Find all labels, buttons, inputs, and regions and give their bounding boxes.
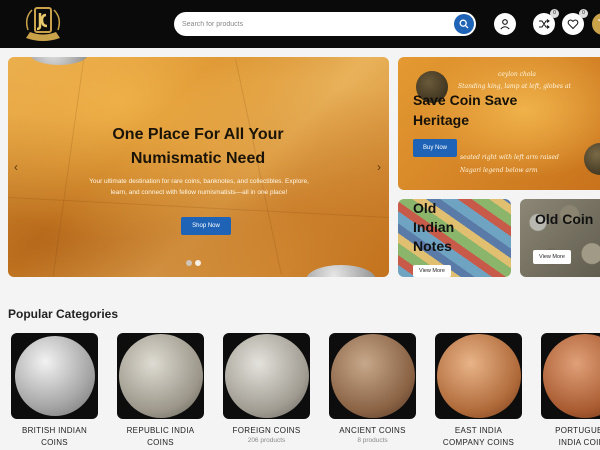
category-name-line2: COINS [41, 438, 68, 447]
category-name-line1: BRITISH INDIAN [21, 426, 88, 435]
slider-next-arrow[interactable]: › [377, 160, 381, 174]
hero-slider: ‹ › One Place For All Your Numismatic Ne… [8, 57, 389, 277]
compare-button[interactable]: 0 [533, 9, 559, 35]
category-name-line2: INDIA COINS [558, 438, 600, 447]
search-bar [174, 12, 476, 36]
notes-title-line1: Old [413, 200, 437, 216]
shop-now-button[interactable]: Shop Now [181, 217, 231, 235]
notes-title-line2: Indian [413, 219, 455, 235]
coin-image [118, 334, 203, 418]
category-image [223, 333, 310, 419]
slider-dot-2[interactable] [195, 260, 201, 266]
banner-script-text: seated right with left arm raised [460, 154, 559, 161]
coin-image [542, 334, 600, 418]
notes-title-line3: Notes [413, 238, 452, 254]
paper-crease [8, 197, 389, 218]
old-coin-banner[interactable]: Old Coin View More [520, 199, 600, 277]
category-image [329, 333, 416, 419]
category-image [435, 333, 522, 419]
coin-image [436, 334, 521, 418]
buy-now-button[interactable]: Buy Now [413, 139, 457, 157]
old-indian-notes-banner[interactable]: Old Indian Notes View More [398, 199, 511, 277]
wishlist-button[interactable]: 0 [562, 9, 588, 35]
search-icon [459, 19, 469, 29]
slider-dots [186, 260, 201, 266]
category-card-east-india-company[interactable]: EAST INDIA COMPANY COINS [435, 333, 522, 449]
category-card-republic-india[interactable]: REPUBLIC INDIA COINS [117, 333, 204, 449]
heritage-title-line1: Save Coin Save [413, 92, 518, 108]
hero-coin-image [306, 265, 376, 277]
coin-image [224, 334, 309, 418]
popular-categories-heading: Popular Categories [8, 307, 119, 321]
view-more-coins-button[interactable]: View More [533, 250, 571, 264]
shuffle-icon [539, 19, 550, 29]
banner-script-text: ceylon chola [498, 71, 536, 78]
slider-prev-arrow[interactable]: ‹ [14, 160, 18, 174]
old-coin-title: Old Coin [535, 211, 594, 227]
hero-title: One Place For All Your Numismatic Need [48, 123, 348, 171]
old-indian-notes-title: Old Indian Notes [413, 199, 454, 256]
hero-coin-image [30, 57, 88, 65]
category-card-ancient[interactable]: ANCIENT COINS 8 products [329, 333, 416, 444]
category-name-line2: COINS [147, 438, 174, 447]
category-name: ANCIENT COINS [339, 426, 406, 435]
category-name-line1: PORTUGUESE [555, 426, 600, 435]
account-button[interactable] [494, 13, 516, 35]
category-product-count: 8 products [357, 437, 388, 444]
banner-script-text: Nagari legend below arm [460, 167, 538, 174]
search-button[interactable] [454, 14, 474, 34]
hero-description: Your ultimate destination for rare coins… [89, 178, 309, 196]
category-name: REPUBLIC INDIA COINS [117, 425, 204, 449]
category-card-british-india[interactable]: BRITISH INDIAN COINS [11, 333, 98, 449]
heritage-banner[interactable]: ceylon chola Standing king, lamp at left… [398, 57, 600, 190]
compare-count-badge: 0 [550, 9, 559, 18]
category-name: BRITISH INDIAN COINS [11, 425, 98, 449]
coin-image [14, 336, 95, 416]
category-image [11, 333, 98, 419]
cart-button[interactable] [592, 13, 600, 35]
category-name: FOREIGN COINS [232, 426, 301, 435]
banner-script-text: Standing king, lamp at left, globes at [458, 83, 571, 90]
view-more-notes-button[interactable]: View More [413, 265, 451, 277]
heritage-title-line2: Heritage [413, 112, 470, 128]
category-product-count: 206 products [247, 437, 286, 444]
user-icon [500, 19, 510, 30]
category-image [541, 333, 600, 419]
category-card-foreign[interactable]: FOREIGN COINS 206 products [223, 333, 310, 444]
site-logo[interactable] [22, 4, 64, 44]
coin-image [330, 334, 415, 418]
category-card-portuguese-india[interactable]: PORTUGUESE INDIA COINS [541, 333, 600, 449]
slider-dot-1[interactable] [186, 260, 192, 266]
category-name-line1: EAST INDIA [454, 426, 503, 435]
category-image [117, 333, 204, 419]
wishlist-count-badge: 0 [579, 9, 588, 18]
banner-coin-image [584, 143, 600, 175]
category-name-line2: COMPANY COINS [442, 438, 515, 447]
category-name-line1: REPUBLIC INDIA [126, 426, 195, 435]
heart-icon [567, 19, 579, 30]
hero-title-line1: One Place For All Your [112, 126, 284, 143]
heritage-banner-title: Save Coin Save Heritage [413, 90, 517, 130]
search-input[interactable] [182, 16, 452, 32]
site-header: 0 0 [0, 0, 600, 48]
category-name: PORTUGUESE INDIA COINS [541, 425, 600, 449]
category-name: EAST INDIA COMPANY COINS [435, 425, 522, 449]
hero-title-line2: Numismatic Need [130, 150, 266, 167]
